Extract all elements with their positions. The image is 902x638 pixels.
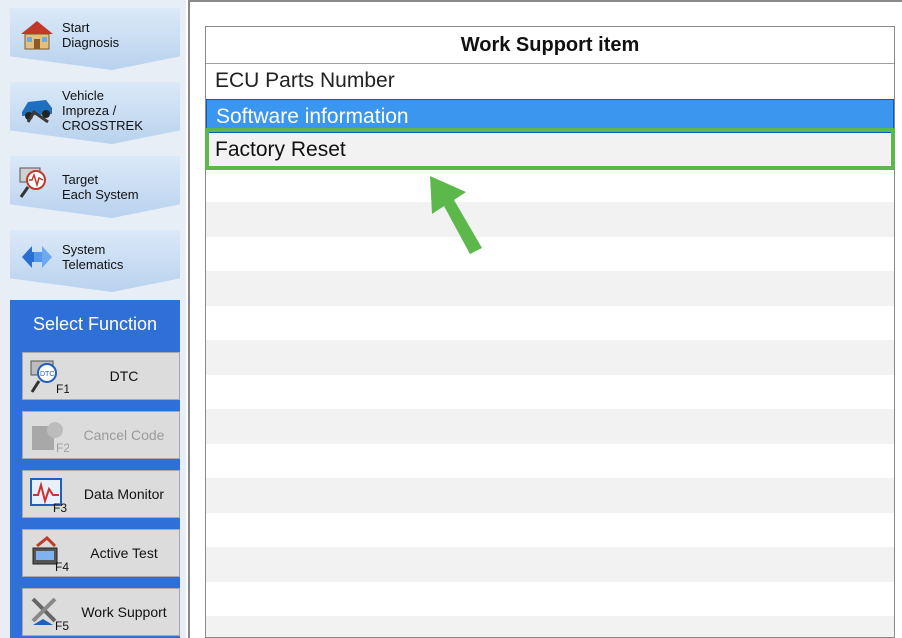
work-support-table: Work Support item ECU Parts Number Softw… [205,26,895,638]
factory-reset-highlight [205,128,895,170]
ecu-scope-icon [19,167,46,198]
vehicle-label: Vehicle Impreza / CROSSTREK [62,88,143,133]
table-header: Work Support item [206,27,894,64]
target-each-system-button[interactable]: Target Each System [10,156,180,218]
table-row [206,271,894,306]
table-row [206,582,894,617]
table-row [206,168,894,203]
active-test-f4-icon: F4 [32,536,69,572]
active-test-button[interactable]: F4 Active Test [22,529,180,577]
svg-text:F1: F1 [56,382,69,395]
work-support-f5-icon: F5 [31,597,69,631]
table-row [206,616,894,637]
svg-text:DTC: DTC [40,371,54,378]
svg-text:F2: F2 [56,441,69,454]
cancel-code-button[interactable]: F2 Cancel Code [22,411,180,459]
green-arrow-icon [430,176,482,254]
system-telematics-label: System Telematics [62,242,124,272]
target-each-system-label: Target Each System [62,172,139,202]
table-row [206,409,894,444]
start-diagnosis-button[interactable]: Start Diagnosis [10,8,180,70]
table-row [206,375,894,410]
table-row [206,444,894,479]
house-icon [21,21,53,50]
table-row [206,202,894,237]
dtc-f1-icon: DTC F1 [30,360,69,395]
dtc-button[interactable]: DTC F1 DTC [22,352,180,400]
cancel-code-label: Cancel Code [83,427,165,443]
vehicle-button[interactable]: Vehicle Impreza / CROSSTREK [10,82,180,144]
work-support-button[interactable]: F5 Work Support [22,588,180,636]
telematics-icon [22,246,52,268]
data-monitor-label: Data Monitor [83,486,165,502]
start-diagnosis-label: Start Diagnosis [62,20,120,50]
system-telematics-button[interactable]: System Telematics [10,230,180,292]
work-support-label: Work Support [81,604,167,620]
cancel-code-f2-icon: F2 [32,422,69,454]
data-monitor-button[interactable]: F3 Data Monitor [22,470,180,518]
select-function-panel: Select Function DTC F1 DTC F2 Cancel Cod… [10,300,180,638]
car-icon [22,100,52,124]
svg-text:F4: F4 [55,560,69,572]
select-function-title: Select Function [32,314,158,334]
sidebar: Start Diagnosis Vehicle Impreza / CROSSTREK… [0,0,186,638]
table-row [206,340,894,375]
data-monitor-f3-icon: F3 [30,478,67,513]
svg-text:F3: F3 [53,501,67,513]
table-row[interactable]: ECU Parts Number [206,64,894,99]
table-row [206,478,894,513]
table-row [206,237,894,272]
table-row [206,547,894,582]
table-row [206,513,894,548]
svg-text:F5: F5 [55,619,69,631]
active-test-label: Active Test [90,545,158,561]
table-row [206,306,894,341]
dtc-label: DTC [109,368,139,384]
